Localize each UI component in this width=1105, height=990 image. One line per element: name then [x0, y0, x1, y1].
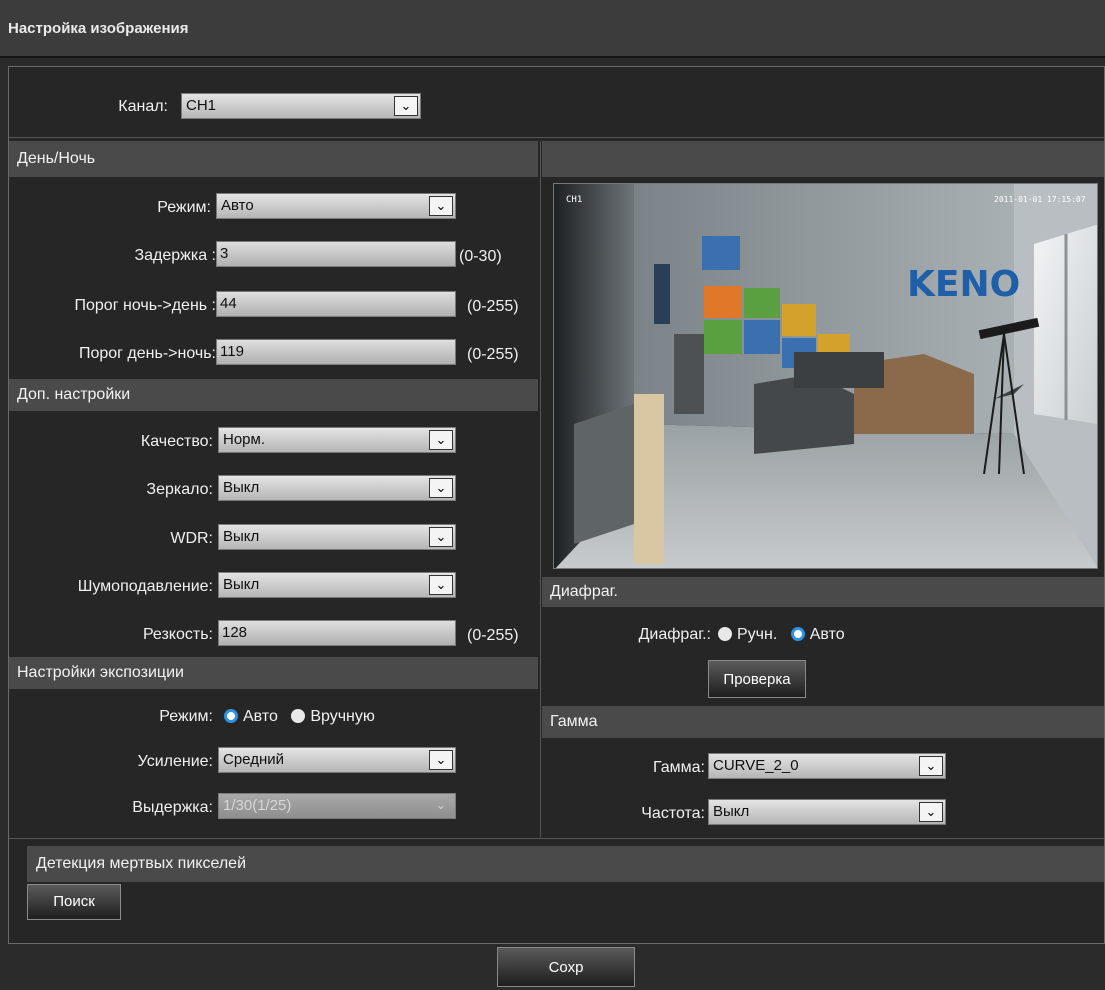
osd-channel: CH1 [566, 195, 582, 205]
sharpness-input[interactable]: 128 [218, 620, 456, 646]
gain-select[interactable]: Средний ⌄ [218, 747, 456, 773]
iris-manual-label: Ручн. [737, 626, 778, 643]
delay-range: (0-30) [459, 248, 502, 265]
iris-auto-radio[interactable] [790, 627, 805, 641]
page-title: Настройка изображения [8, 20, 189, 37]
search-button[interactable]: Поиск [27, 884, 121, 920]
section-dead-pixel: Детекция мертвых пикселей [27, 846, 1104, 882]
shutter-value: 1/30(1/25) [223, 797, 292, 814]
channel-select[interactable]: CH1 ⌄ [181, 93, 421, 119]
save-button[interactable]: Сохр [497, 947, 635, 987]
section-day-night: День/Ночь [9, 141, 538, 177]
night-to-day-input[interactable]: 44 [216, 291, 456, 317]
chevron-down-icon[interactable]: ⌄ [429, 196, 453, 216]
chevron-down-icon[interactable]: ⌄ [919, 756, 943, 776]
shutter-select: 1/30(1/25) ⌄ [218, 793, 456, 819]
chevron-down-icon[interactable]: ⌄ [429, 527, 453, 547]
section-advanced-title: Доп. настройки [17, 386, 131, 403]
exposure-auto-radio[interactable] [224, 709, 238, 723]
brand-logo: KENO [907, 264, 1020, 305]
day-night-mode-value: Авто [221, 197, 254, 214]
divider [9, 838, 1104, 839]
day-to-night-range: (0-255) [467, 346, 519, 363]
day-night-mode-select[interactable]: Авто ⌄ [216, 193, 456, 219]
delay-label: Задержка : [134, 247, 216, 264]
chevron-down-icon[interactable]: ⌄ [919, 802, 943, 822]
title-bar: Настройка изображения [0, 0, 1105, 58]
quality-label: Качество: [140, 433, 213, 450]
exposure-manual-radio[interactable] [291, 709, 306, 723]
noise-reduction-select[interactable]: Выкл ⌄ [218, 572, 456, 598]
quality-value: Норм. [223, 431, 265, 448]
chevron-down-icon: ⌄ [435, 797, 447, 812]
frequency-select[interactable]: Выкл ⌄ [708, 799, 946, 825]
day-to-night-input[interactable]: 119 [216, 339, 456, 365]
iris-auto-label: Авто [809, 626, 845, 643]
mirror-select[interactable]: Выкл ⌄ [218, 475, 456, 501]
exposure-mode-label: Режим: [159, 708, 213, 725]
night-to-day-label: Порог ночь->день : [74, 297, 217, 314]
section-gamma: Гамма [542, 706, 1104, 738]
chevron-down-icon[interactable]: ⌄ [429, 478, 453, 498]
chevron-down-icon[interactable]: ⌄ [429, 430, 453, 450]
gamma-select[interactable]: CURVE_2_0 ⌄ [708, 753, 946, 779]
sharpness-range: (0-255) [467, 627, 519, 644]
noise-reduction-value: Выкл [223, 576, 260, 593]
section-gamma-title: Гамма [550, 713, 598, 730]
mirror-value: Выкл [223, 479, 260, 496]
channel-label: Канал: [118, 98, 168, 115]
section-preview-header [542, 141, 1104, 177]
osd-timestamp: 2011-01-01 17:15:07 [994, 195, 1086, 204]
quality-select[interactable]: Норм. ⌄ [218, 427, 456, 453]
day-night-mode-label: Режим: [157, 199, 211, 216]
wdr-value: Выкл [223, 528, 260, 545]
section-exposure-title: Настройки экспозиции [17, 664, 184, 681]
mirror-label: Зеркало: [146, 481, 213, 498]
day-to-night-label: Порог день->ночь: [78, 345, 216, 362]
exposure-mode-radio-group: Авто Вручную [224, 708, 384, 726]
iris-check-button[interactable]: Проверка [708, 660, 806, 698]
night-to-day-range: (0-255) [467, 298, 519, 315]
gamma-value: CURVE_2_0 [713, 757, 799, 774]
gain-label: Усиление: [137, 753, 213, 770]
exposure-manual-label: Вручную [310, 708, 375, 725]
frequency-label: Частота: [641, 805, 705, 822]
frequency-value: Выкл [713, 803, 750, 820]
wdr-label: WDR: [170, 530, 213, 547]
section-exposure: Настройки экспозиции [9, 657, 538, 689]
camera-preview: KENO CH1 2011-01-01 17:15:07 [553, 183, 1098, 569]
gain-value: Средний [223, 751, 284, 768]
section-iris: Диафраг. [542, 577, 1104, 607]
shutter-label: Выдержка: [132, 799, 213, 816]
wdr-select[interactable]: Выкл ⌄ [218, 524, 456, 550]
section-iris-title: Диафраг. [550, 583, 618, 600]
gamma-label: Гамма: [652, 759, 705, 776]
section-day-night-title: День/Ночь [17, 150, 96, 167]
iris-manual-radio[interactable] [718, 627, 732, 641]
section-advanced: Доп. настройки [9, 379, 538, 411]
noise-reduction-label: Шумоподавление: [77, 578, 213, 595]
exposure-auto-label: Авто [243, 708, 278, 725]
sharpness-label: Резкость: [142, 626, 213, 643]
channel-value: CH1 [186, 97, 217, 114]
iris-radio-group: Ручн. Авто [718, 626, 854, 644]
camera-preview-image: KENO CH1 2011-01-01 17:15:07 [554, 184, 1097, 568]
chevron-down-icon[interactable]: ⌄ [394, 96, 418, 116]
iris-label: Диафраг.: [638, 626, 711, 643]
section-dead-pixel-title: Детекция мертвых пикселей [36, 855, 246, 872]
delay-input[interactable]: 3 [216, 241, 456, 267]
chevron-down-icon[interactable]: ⌄ [429, 750, 453, 770]
chevron-down-icon[interactable]: ⌄ [429, 575, 453, 595]
divider [9, 137, 1104, 138]
column-divider [540, 141, 541, 837]
